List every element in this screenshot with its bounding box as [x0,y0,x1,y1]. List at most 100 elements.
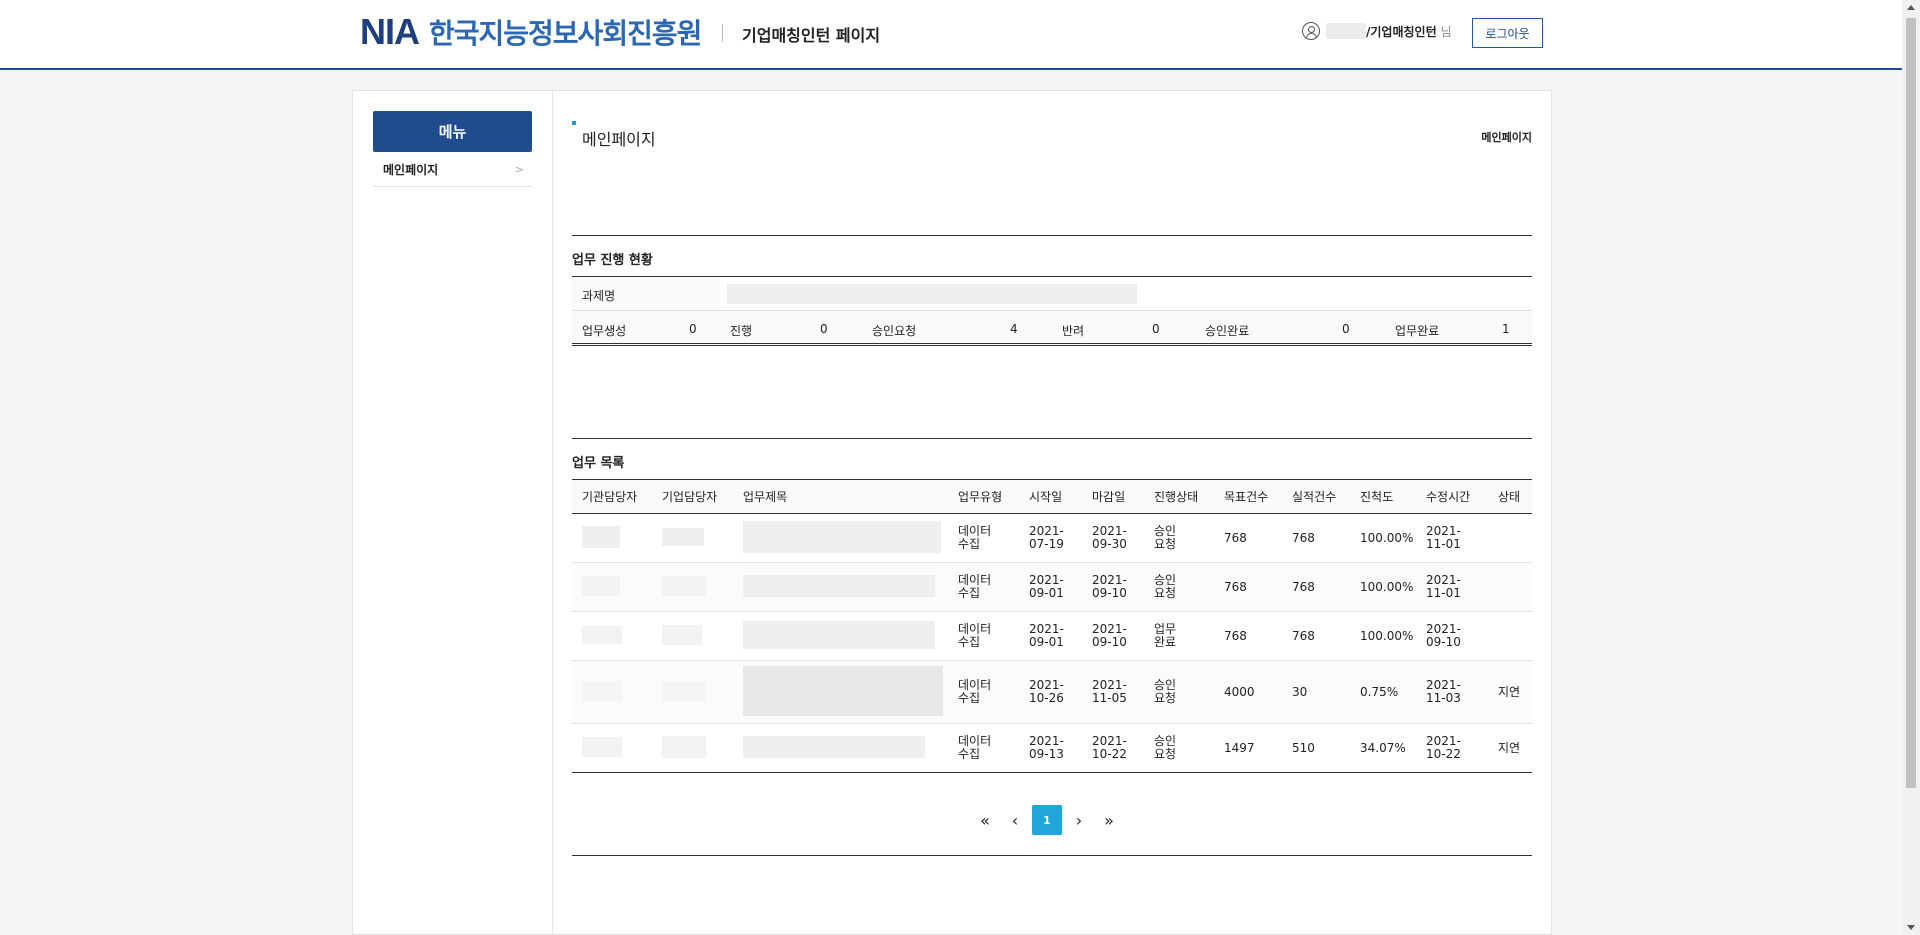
redacted-text [743,620,935,649]
col-header: 마감일 [1082,479,1144,514]
target-count: 4000 [1214,660,1282,724]
logo-org-text: 한국지능정보사회진흥원 [429,17,702,50]
status-counts-row: 업무생성 0 진행 0 승인요청 4 반려 0 승인완료 0 업무완료 1 [572,311,1532,346]
progress-rate: 0.75% [1350,660,1416,724]
user-info: /기업매칭인턴 님 [1302,22,1452,40]
start-date: 2021-10-26 [1029,678,1064,705]
task-type: 데이터 수집 [958,734,992,761]
redacted-text [582,575,620,596]
section-divider [572,343,1532,344]
next-page-button[interactable]: › [1064,805,1094,835]
sidebar-item-main[interactable]: 메인페이지 > [373,153,532,187]
table-header-row: 기관담당자 기업담당자 업무제목 업무유형 시작일 마감일 진행상태 목표건수 … [572,479,1532,514]
first-page-button[interactable]: « [970,805,1000,835]
col-header: 시작일 [1019,479,1082,514]
target-count: 768 [1214,562,1282,612]
user-suffix: 님 [1440,24,1452,39]
start-date: 2021-09-13 [1029,734,1064,761]
agency-manager-cell [572,513,652,563]
count-label-completed: 업무완료 [1395,324,1440,338]
page-title: 메인페이지 [582,130,656,149]
company-manager-cell [652,513,733,563]
agency-manager-cell [572,660,652,724]
section-divider [572,855,1532,856]
project-row: 과제명 [572,277,1532,311]
status-section-title: 업무 진행 현황 [572,253,653,268]
section-divider [572,438,1532,439]
table-row[interactable]: 데이터 수집 2021-09-01 2021-09-10 승인 요청 768 7… [572,562,1532,612]
actual-count: 768 [1282,611,1350,661]
table-row[interactable]: 데이터 수집 2021-09-01 2021-09-10 업무 완료 768 7… [572,611,1532,661]
status-badge [1488,513,1532,563]
col-header: 업무유형 [948,479,1019,514]
col-header: 수정시간 [1416,479,1488,514]
content-area: 메인페이지 메인페이지 업무 진행 현황 과제명 업무생성 0 진행 0 승인요… [572,91,1532,935]
redacted-text [582,625,622,644]
task-section-title: 업무 목록 [572,456,625,471]
project-name-redacted [727,284,1137,304]
col-header: 목표건수 [1214,479,1282,514]
scroll-thumb[interactable] [1906,18,1916,788]
logo-nia-text: NIA [360,11,420,52]
redacted-text [662,624,702,645]
company-manager-cell [652,723,733,773]
count-value-approved: 0 [1342,322,1350,336]
actual-count: 30 [1282,660,1350,724]
agency-manager-cell [572,562,652,612]
scroll-up-icon[interactable] [1907,5,1915,10]
last-page-button[interactable]: » [1094,805,1124,835]
col-header: 업무제목 [733,479,948,514]
col-header: 진척도 [1350,479,1416,514]
start-date: 2021-09-01 [1029,573,1064,600]
company-manager-cell [652,611,733,661]
col-header: 상태 [1488,479,1532,514]
redacted-text [743,735,925,758]
task-type: 데이터 수집 [958,622,992,649]
header-divider [722,24,723,42]
nia-logo[interactable]: NIA 한국지능정보사회진흥원 [360,11,702,52]
count-value-rejected: 0 [1152,322,1160,336]
end-date: 2021-09-10 [1092,573,1127,600]
redacted-text [743,520,941,553]
end-date: 2021-11-05 [1092,678,1127,705]
progress-state: 승인 요청 [1154,734,1177,761]
col-header: 진행상태 [1144,479,1214,514]
progress-state: 승인 요청 [1154,573,1177,600]
user-name-redacted [1326,23,1366,39]
scroll-down-icon[interactable] [1907,925,1915,930]
redacted-text [582,680,622,701]
sidebar-item-label: 메인페이지 [383,163,439,177]
prev-page-button[interactable]: ‹ [1000,805,1030,835]
section-divider [572,235,1532,236]
target-count: 768 [1214,513,1282,563]
logout-button[interactable]: 로그아웃 [1472,18,1543,48]
breadcrumb[interactable]: 메인페이지 [1481,129,1532,145]
task-title-cell [733,562,948,612]
progress-rate: 100.00% [1350,611,1416,661]
task-title-cell [733,660,948,724]
progress-state: 업무 완료 [1154,622,1177,649]
redacted-text [743,665,943,716]
main-container: 메뉴 메인페이지 > 메인페이지 메인페이지 업무 진행 현황 과제명 업무생성… [352,90,1552,935]
current-page-button[interactable]: 1 [1032,805,1062,835]
status-table: 과제명 업무생성 0 진행 0 승인요청 4 반려 0 승인완료 0 업무완료 … [572,276,1532,346]
table-row[interactable]: 데이터 수집 2021-07-19 2021-09-30 승인 요청 768 7… [572,513,1532,563]
actual-count: 768 [1282,513,1350,563]
company-manager-cell [652,660,733,724]
modified-time: 2021-11-03 [1426,678,1461,705]
redacted-text [662,527,704,546]
site-page-name: 기업매칭인턴 페이지 [742,26,881,45]
progress-rate: 34.07% [1350,723,1416,773]
count-label-rejected: 반려 [1062,324,1085,338]
status-badge [1488,562,1532,612]
project-label: 과제명 [582,289,616,303]
vertical-scrollbar[interactable] [1902,0,1920,935]
count-label-created: 업무생성 [582,324,627,338]
table-row[interactable]: 데이터 수집 2021-10-26 2021-11-05 승인 요청 4000 … [572,660,1532,724]
redacted-text [662,735,706,758]
count-label-progress: 진행 [730,324,753,338]
table-row[interactable]: 데이터 수집 2021-09-13 2021-10-22 승인 요청 1497 … [572,723,1532,773]
progress-state: 승인 요청 [1154,678,1177,705]
agency-manager-cell [572,611,652,661]
sidebar: 메뉴 메인페이지 > [353,91,553,935]
